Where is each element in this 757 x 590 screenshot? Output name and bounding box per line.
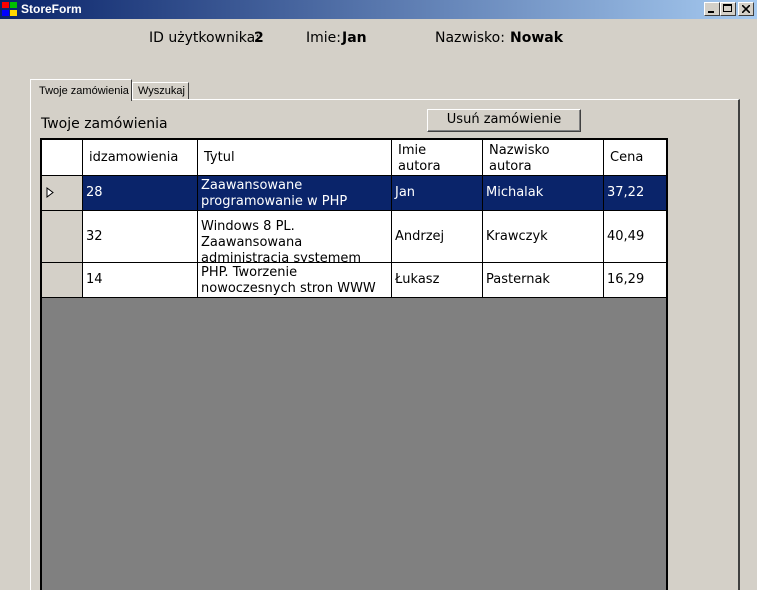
column-header-nazwisko-autora[interactable]: Nazwisko autora — [483, 140, 604, 176]
cell-price[interactable]: 16,29 — [604, 263, 666, 298]
maximize-button[interactable] — [720, 2, 736, 16]
row-header[interactable] — [42, 263, 83, 298]
column-header-imie-autora[interactable]: Imie autora — [392, 140, 483, 176]
cell-author-last[interactable]: Michalak — [483, 176, 604, 211]
delete-order-button[interactable]: Usuń zamówienie — [427, 109, 581, 132]
orders-grid[interactable]: idzamowienia Tytul Imie autora Nazwisko … — [40, 138, 668, 590]
window-title: StoreForm — [21, 2, 82, 16]
store-form-window: StoreForm ID użytkownika: 2 Imie: Jan Na… — [0, 0, 757, 590]
cell-author-first[interactable]: Jan — [392, 176, 483, 211]
user-id-value: 2 — [254, 30, 264, 46]
cell-author-last[interactable]: Pasternak — [483, 263, 604, 298]
last-name-label: Nazwisko: — [435, 30, 505, 46]
cell-title[interactable]: Zaawansowane programowanie w PHP — [198, 176, 392, 211]
column-header-tytul[interactable]: Tytul — [198, 140, 392, 176]
maximize-icon — [723, 4, 732, 12]
close-button[interactable] — [738, 2, 754, 16]
cell-title[interactable]: PHP. Tworzenie nowoczesnych stron WWW — [198, 263, 392, 298]
column-header-nazwisko-autora-label: Nazwisko autora — [489, 143, 550, 174]
cell-price[interactable]: 37,22 — [604, 176, 666, 211]
user-id-label: ID użytkownika: — [149, 30, 260, 46]
title-bar[interactable]: StoreForm — [0, 0, 757, 19]
tab-twoje-zamowienia[interactable]: Twoje zamówienia — [30, 79, 132, 101]
row-indicator-icon — [46, 187, 54, 198]
grid-corner-header[interactable] — [42, 140, 83, 176]
column-header-idzamowienia[interactable]: idzamowienia — [83, 140, 198, 176]
column-header-imie-autora-label: Imie autora — [398, 143, 441, 174]
row-header[interactable] — [42, 211, 83, 263]
minimize-icon — [708, 11, 714, 13]
cell-author-first[interactable]: Andrzej — [392, 211, 483, 263]
last-name-value: Nowak — [510, 30, 564, 46]
tab-wyszukaj[interactable]: Wyszukaj — [132, 82, 189, 100]
app-icon — [2, 2, 17, 17]
row-header[interactable] — [42, 176, 83, 211]
cell-id[interactable]: 28 — [83, 176, 198, 211]
first-name-value: Jan — [342, 30, 367, 46]
cell-author-first[interactable]: Łukasz — [392, 263, 483, 298]
orders-section-title: Twoje zamówienia — [41, 116, 168, 132]
cell-id[interactable]: 14 — [83, 263, 198, 298]
cell-id[interactable]: 32 — [83, 211, 198, 263]
column-header-cena[interactable]: Cena — [604, 140, 666, 176]
close-icon — [742, 5, 750, 13]
first-name-label: Imie: — [306, 30, 341, 46]
minimize-button[interactable] — [704, 2, 720, 16]
cell-price[interactable]: 40,49 — [604, 211, 666, 263]
cell-author-last[interactable]: Krawczyk — [483, 211, 604, 263]
cell-title[interactable]: Windows 8 PL. Zaawansowana administracja… — [198, 211, 392, 266]
